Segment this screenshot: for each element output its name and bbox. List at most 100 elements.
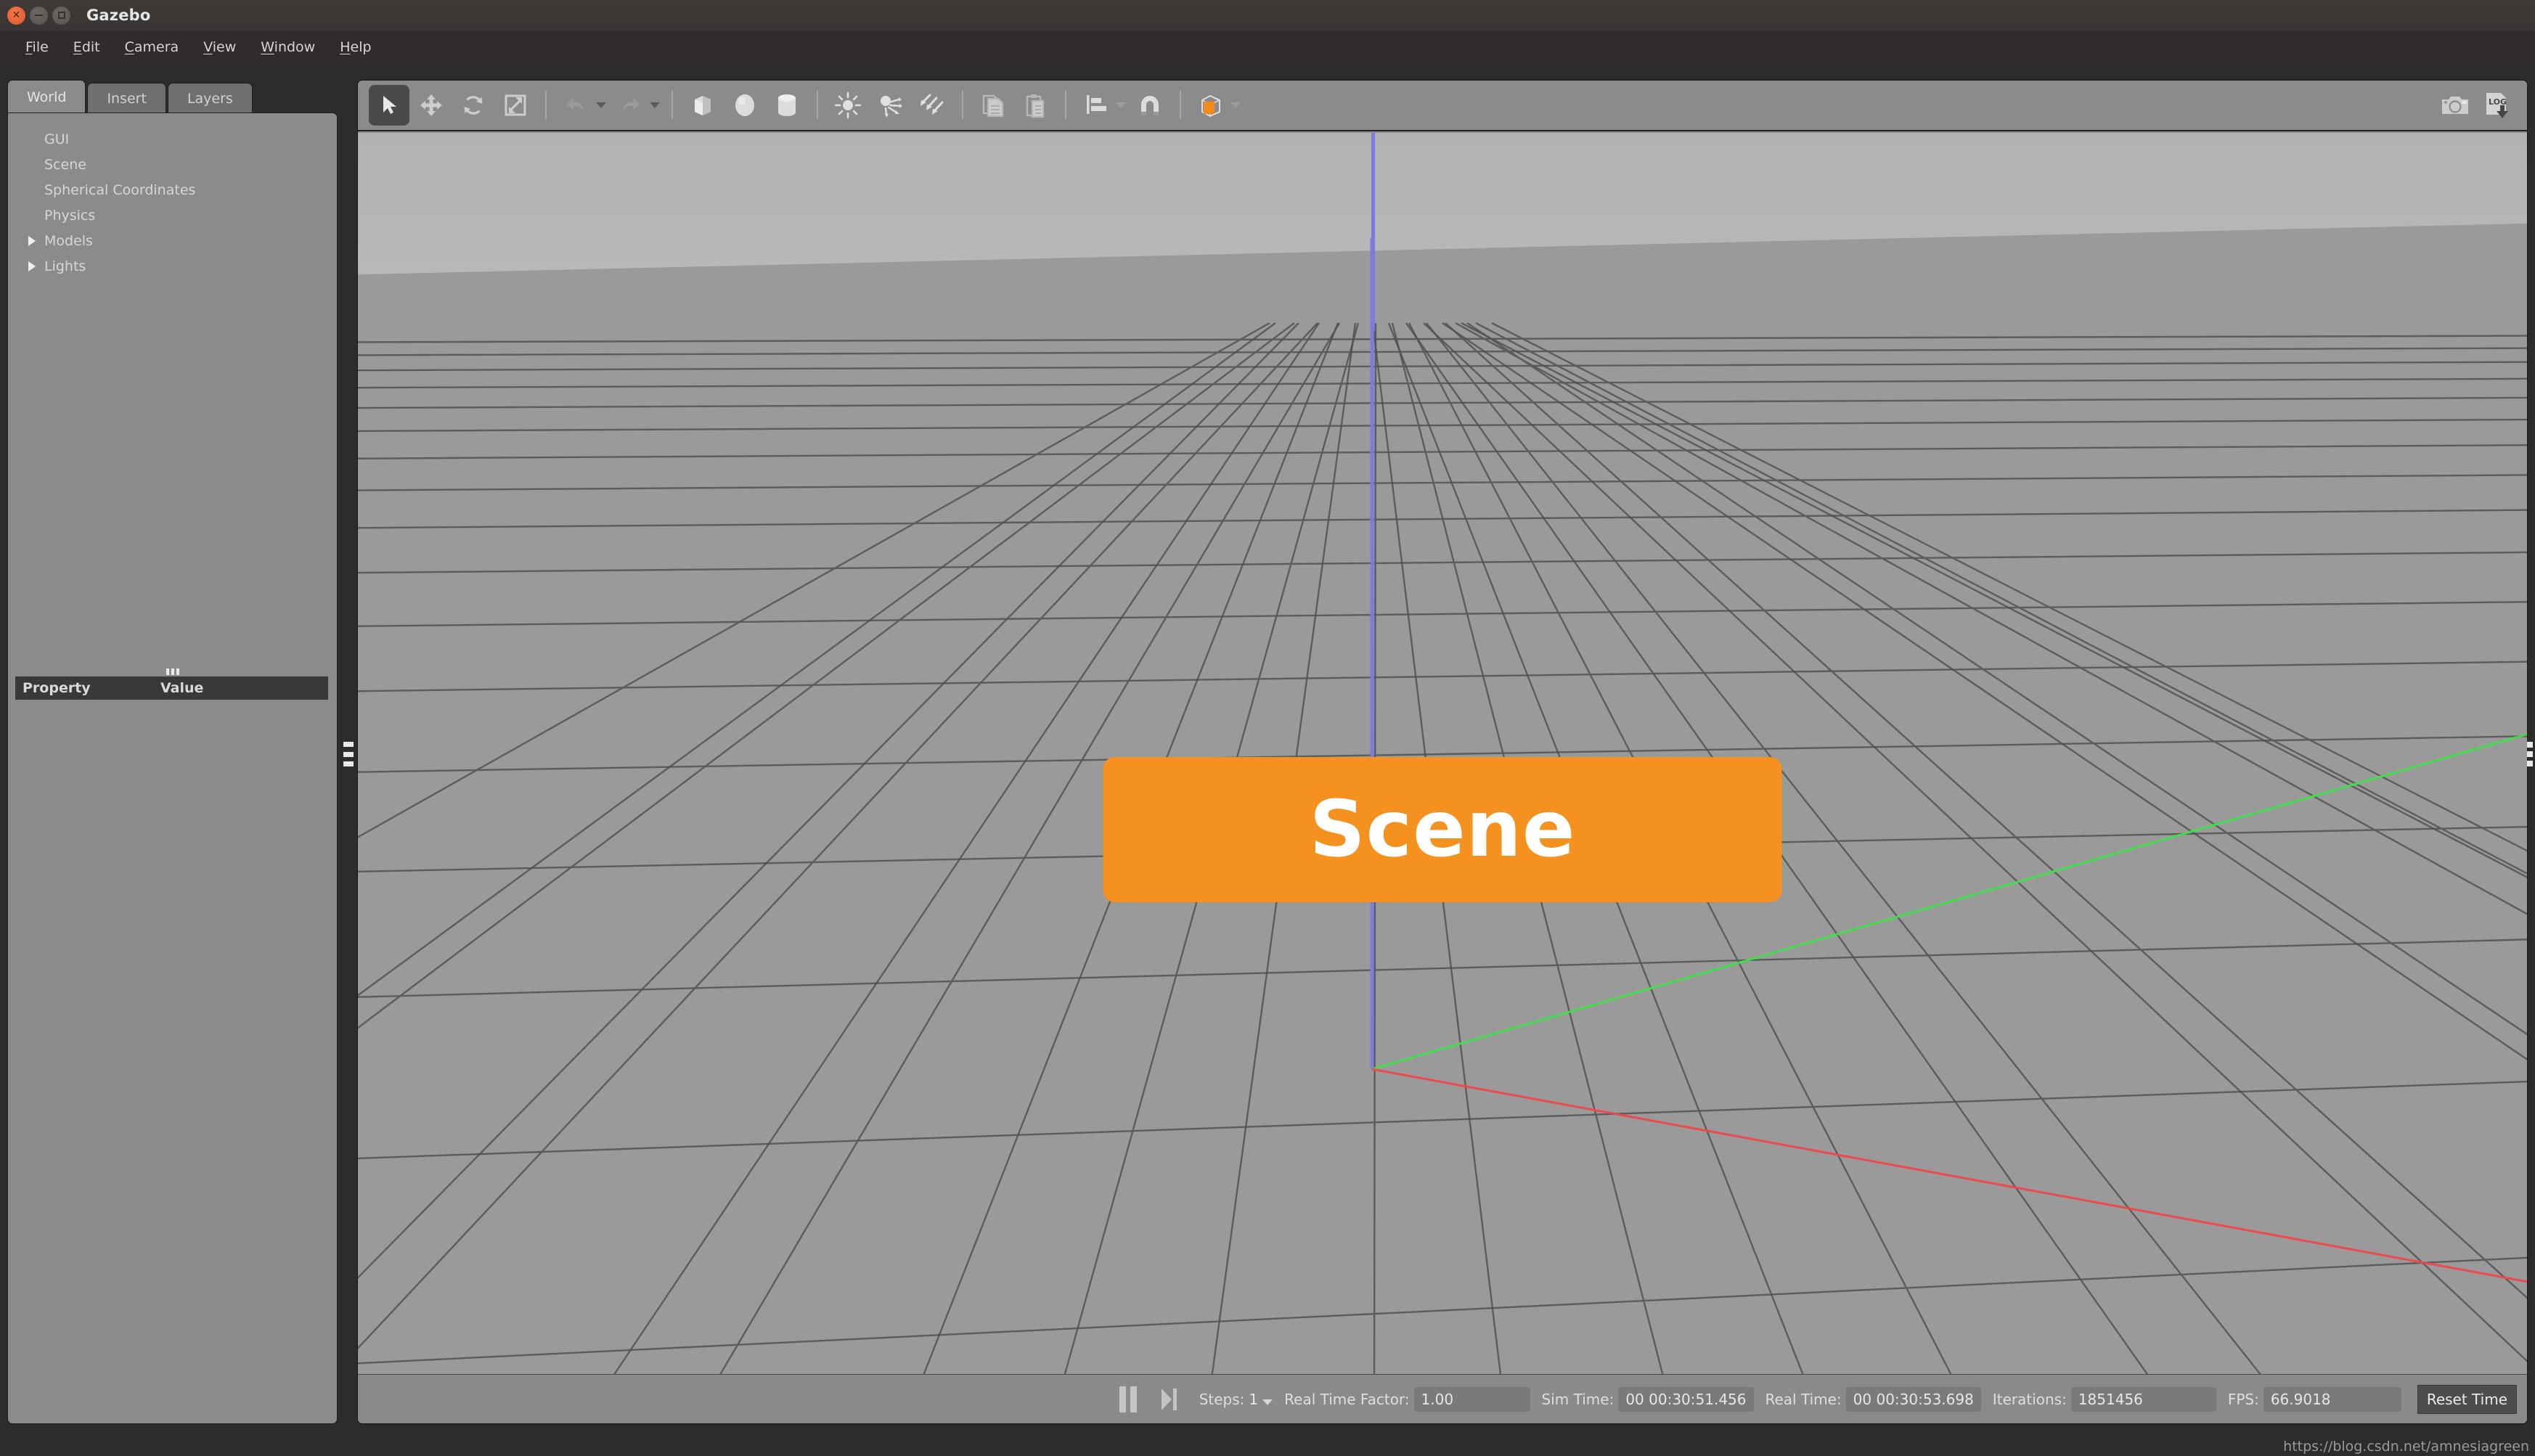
insert-directional-light-button[interactable] <box>912 85 952 126</box>
maximize-button[interactable] <box>52 6 70 25</box>
chevron-right-icon[interactable] <box>28 261 36 271</box>
cursor-arrow-icon <box>383 96 396 114</box>
tree-item-label: Physics <box>44 207 96 224</box>
tree-item-gui[interactable]: GUI <box>8 126 337 152</box>
translate-mode-button[interactable] <box>411 85 452 126</box>
menu-view[interactable]: View <box>191 36 248 58</box>
move-arrows-icon <box>420 94 442 116</box>
toolbar-separator <box>817 91 818 120</box>
fps-value: 66.9018 <box>2263 1386 2401 1412</box>
panel-tabs: World Insert Layers <box>7 80 254 113</box>
insert-box-button[interactable] <box>682 85 723 126</box>
align-button[interactable] <box>1076 85 1117 126</box>
property-splitter[interactable] <box>8 666 337 676</box>
scene-toolbar: LOG <box>358 81 2527 131</box>
iterations-label: Iterations: <box>1992 1390 2067 1408</box>
close-button[interactable]: ✕ <box>7 6 25 25</box>
menu-help[interactable]: Help <box>327 36 383 58</box>
real-time-value: 00 00:30:53.698 <box>1845 1386 1981 1412</box>
menubar: File Edit Camera View Window Help <box>0 30 2535 64</box>
iterations-value: 1851456 <box>2070 1386 2216 1412</box>
paste-button[interactable] <box>1015 85 1056 126</box>
sphere-icon <box>735 94 754 116</box>
select-mode-button[interactable] <box>369 85 409 126</box>
scene-badge-label: Scene <box>1309 785 1576 875</box>
real-time-factor-value: 1.00 <box>1413 1386 1530 1412</box>
steps-chevron-down-icon[interactable] <box>1262 1399 1273 1405</box>
log-data-button[interactable]: LOG <box>2477 85 2518 126</box>
camera-icon <box>2442 97 2468 114</box>
pause-button[interactable] <box>1119 1386 1137 1412</box>
window-controls: ✕ <box>7 6 70 25</box>
screenshot-button[interactable] <box>2435 85 2475 126</box>
toolbar-separator <box>545 91 547 120</box>
redo-arrow-icon <box>623 98 640 111</box>
point-light-icon <box>834 91 862 119</box>
tab-insert[interactable]: Insert <box>87 83 166 113</box>
spot-light-icon <box>881 96 902 118</box>
transparent-box-icon <box>1201 94 1220 118</box>
view-chevron-down-icon[interactable] <box>1230 102 1241 108</box>
step-forward-button[interactable] <box>1159 1386 1179 1413</box>
grip-dots-icon <box>166 668 179 675</box>
real-time-label: Real Time: <box>1765 1390 1842 1408</box>
undo-history-chevron-down-icon[interactable] <box>596 102 606 108</box>
right-splitter-handle[interactable] <box>2525 742 2535 766</box>
steps-value[interactable]: 1 <box>1249 1391 1258 1408</box>
window-title: Gazebo <box>86 7 151 24</box>
sim-time-value: 00 00:30:51.456 <box>1618 1386 1754 1412</box>
value-column-header: Value <box>160 680 204 696</box>
cylinder-icon <box>778 94 796 116</box>
insert-point-light-button[interactable] <box>828 85 868 126</box>
redo-history-chevron-down-icon[interactable] <box>650 102 660 108</box>
left-splitter-handle[interactable] <box>343 742 354 766</box>
axis-z-line <box>1371 133 1375 330</box>
tree-item-spherical-coordinates[interactable]: Spherical Coordinates <box>8 177 337 203</box>
view-transparent-button[interactable] <box>1191 85 1231 126</box>
menu-edit[interactable]: Edit <box>61 36 113 58</box>
ground-grid <box>358 238 2527 1375</box>
redo-button[interactable] <box>610 85 650 126</box>
scale-icon <box>505 94 526 116</box>
3d-viewport[interactable]: Scene <box>358 133 2527 1375</box>
snap-button[interactable] <box>1130 85 1170 126</box>
tree-item-models[interactable]: Models <box>8 228 337 253</box>
window-titlebar: ✕ Gazebo <box>0 0 2535 30</box>
toolbar-separator <box>671 91 673 120</box>
property-table-header: Property Value <box>15 676 328 700</box>
reset-time-button[interactable]: Reset Time <box>2417 1384 2517 1414</box>
steps-label: Steps: <box>1199 1390 1245 1408</box>
toolbar-separator <box>1065 91 1066 120</box>
copy-button[interactable] <box>973 85 1013 126</box>
menu-window[interactable]: Window <box>248 36 327 58</box>
tree-item-label: Scene <box>44 156 86 173</box>
align-icon <box>1087 95 1106 114</box>
copy-icon <box>982 94 1004 118</box>
tree-item-lights[interactable]: Lights <box>8 253 337 279</box>
undo-arrow-icon <box>566 98 584 111</box>
scene-overlay-badge: Scene <box>1103 757 1782 902</box>
tree-item-scene[interactable]: Scene <box>8 152 337 177</box>
toolbar-separator <box>1180 91 1181 120</box>
menu-camera[interactable]: Camera <box>113 36 192 58</box>
insert-spot-light-button[interactable] <box>870 85 910 126</box>
rotate-mode-button[interactable] <box>453 85 494 126</box>
tab-layers[interactable]: Layers <box>167 83 253 113</box>
real-time-factor-label: Real Time Factor: <box>1284 1390 1410 1408</box>
undo-button[interactable] <box>556 85 597 126</box>
tree-item-label: Spherical Coordinates <box>44 181 196 198</box>
tab-world[interactable]: World <box>7 80 86 113</box>
menu-file[interactable]: File <box>13 36 61 58</box>
chevron-right-icon[interactable] <box>28 235 36 246</box>
tree-item-label: Models <box>44 232 93 249</box>
left-panel: World Insert Layers GUI Scene Spherical … <box>7 80 338 1424</box>
minimize-button[interactable] <box>30 6 48 25</box>
log-download-icon: LOG <box>2486 93 2508 118</box>
simulation-statusbar: Steps: 1 Real Time Factor: 1.00 Sim Time… <box>358 1374 2527 1423</box>
scale-mode-button[interactable] <box>495 85 536 126</box>
insert-cylinder-button[interactable] <box>767 85 807 126</box>
world-tree: GUI Scene Spherical Coordinates Physics … <box>8 126 337 279</box>
align-chevron-down-icon[interactable] <box>1116 102 1126 108</box>
tree-item-physics[interactable]: Physics <box>8 203 337 228</box>
insert-sphere-button[interactable] <box>724 85 765 126</box>
